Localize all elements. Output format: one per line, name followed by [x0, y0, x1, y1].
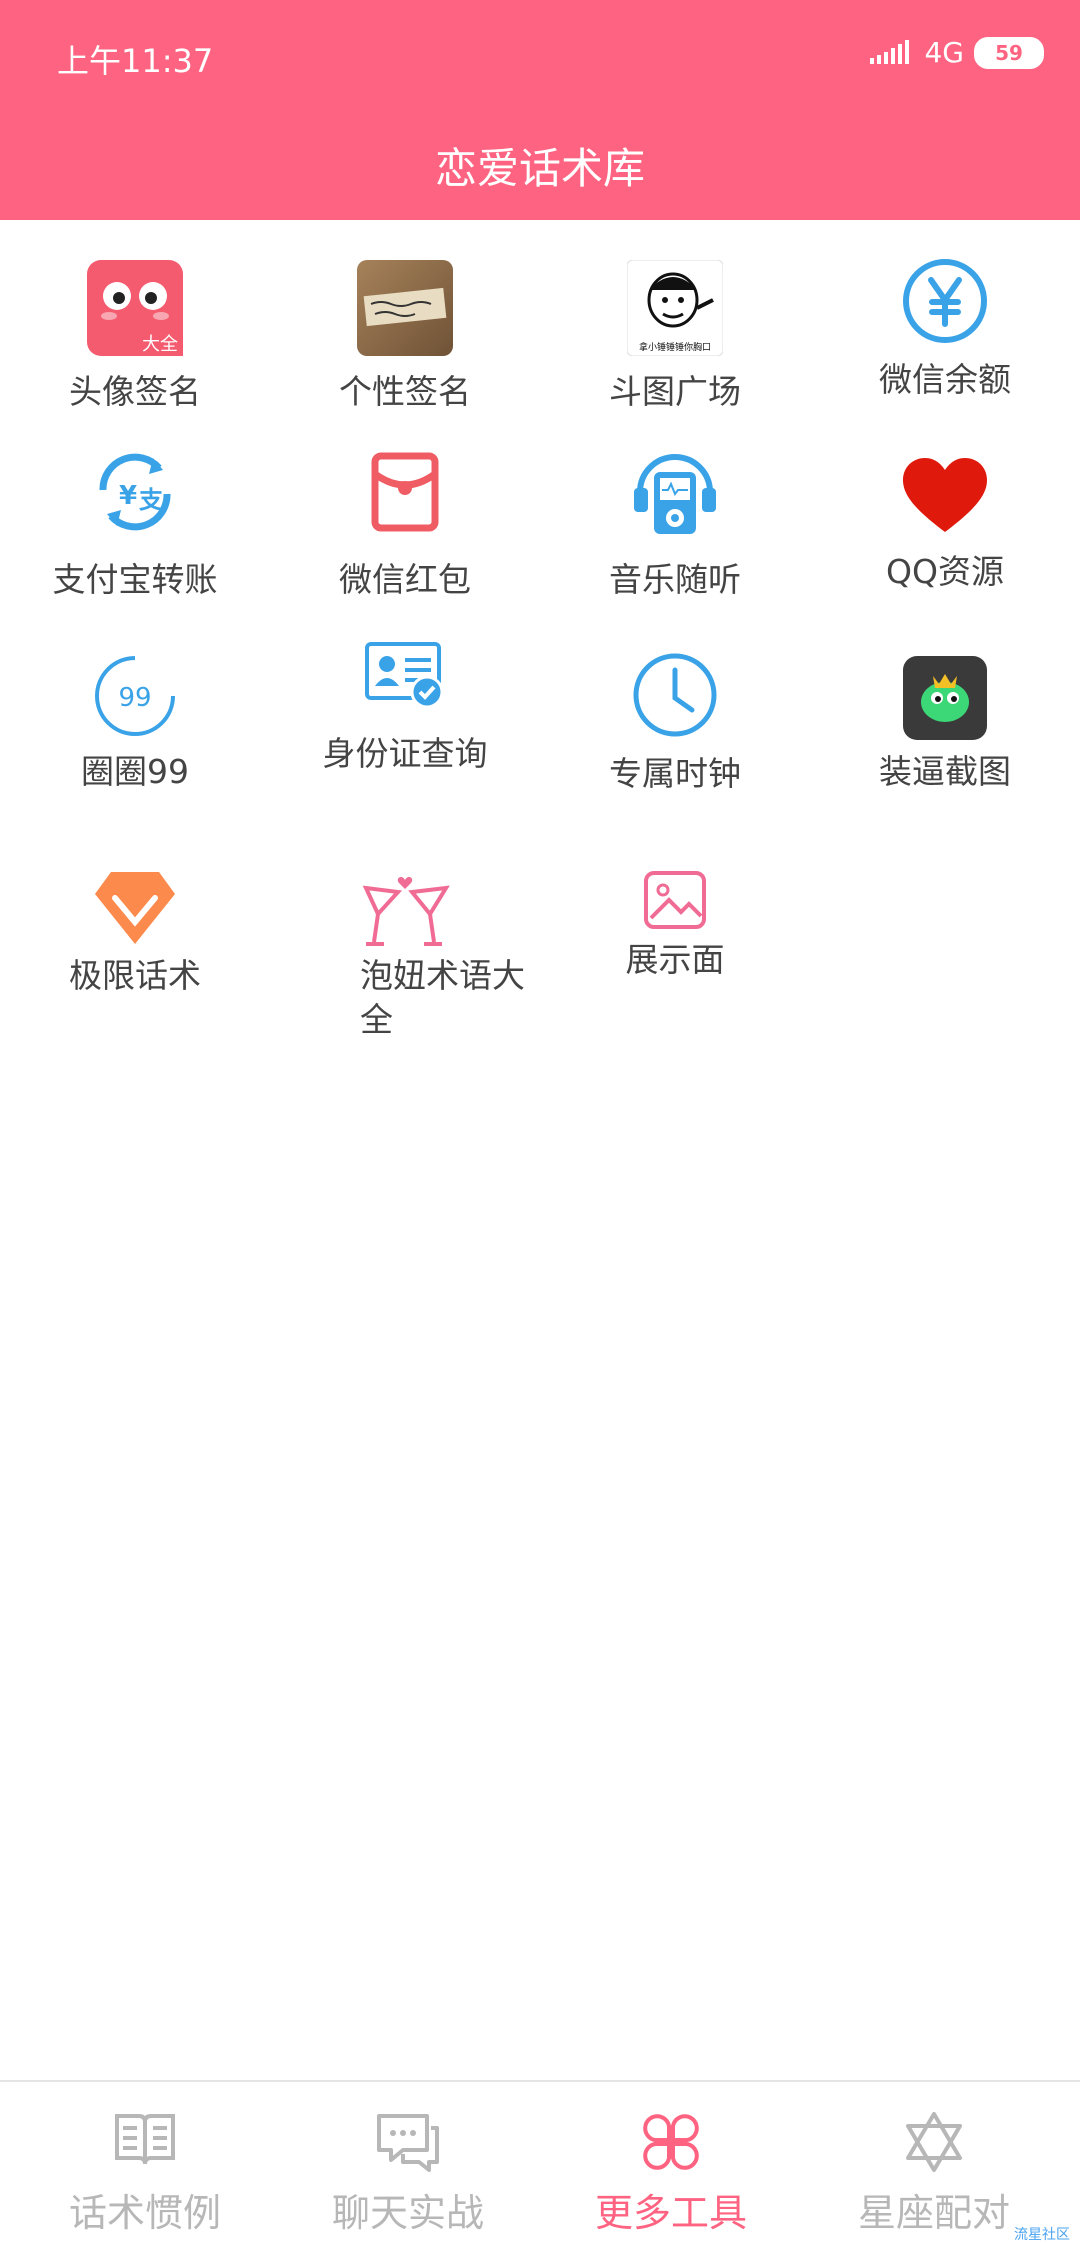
- handwriting-photo-icon: [357, 260, 453, 356]
- network-type: 4G: [924, 36, 964, 69]
- green-monster-icon: [903, 656, 987, 740]
- bottom-tab-bar: 话术惯例 聊天实战 更多工具 星座配对 流星社区: [0, 2080, 1080, 2246]
- four-leaf-icon: [643, 2114, 699, 2170]
- yuan-circle-icon: [903, 259, 987, 343]
- tab-label: 更多工具: [594, 2191, 747, 2235]
- tool-id-card[interactable]: 身份证查询: [270, 640, 540, 860]
- tool-qq-resources[interactable]: QQ资源: [810, 420, 1080, 630]
- tool-wechat-balance[interactable]: 微信余额: [810, 220, 1080, 420]
- red-envelope-icon: [371, 452, 439, 532]
- tool-label: 微信余额: [879, 360, 1011, 399]
- tool-showcase[interactable]: 展示面: [540, 870, 810, 1100]
- status-time: 上午11:37: [57, 42, 214, 80]
- tool-label: 音乐随听: [609, 560, 741, 599]
- tab-label: 聊天实战: [331, 2191, 484, 2235]
- chat-bubble-icon: [377, 2114, 439, 2172]
- tool-label: QQ资源: [886, 552, 1004, 591]
- tool-alipay-transfer[interactable]: ¥ 支 支付宝转账: [0, 420, 270, 630]
- alipay-transfer-icon: ¥ 支: [99, 453, 171, 531]
- circle-99-icon: 99: [95, 656, 175, 736]
- id-card-icon: [365, 642, 444, 709]
- tool-extreme-lines[interactable]: 极限话术: [0, 870, 270, 1100]
- signal-icon: [870, 39, 910, 64]
- tool-clock[interactable]: 专属时钟: [540, 640, 810, 860]
- star-of-david-icon: [906, 2112, 962, 2172]
- clock-icon: [633, 653, 717, 737]
- book-icon: [115, 2114, 175, 2165]
- tool-label: 泡妞术语大全: [360, 956, 525, 1039]
- tool-fake-screenshot[interactable]: 装逼截图: [810, 640, 1080, 860]
- meme-face-icon: 拿小锤锤锤你胸口: [627, 260, 723, 356]
- tool-label: 圈圈99: [81, 752, 189, 791]
- tab-label: 话术惯例: [68, 2191, 221, 2235]
- watermark-text: 流星社区: [1014, 2227, 1070, 2243]
- app-header: 上午11:37 4G 59 恋爱话术库: [0, 0, 1080, 220]
- tool-music[interactable]: 音乐随听: [540, 420, 810, 630]
- tool-label: 身份证查询: [322, 734, 488, 773]
- tool-label: 个性签名: [339, 372, 471, 411]
- svg-text:¥: ¥: [119, 481, 137, 511]
- tool-personal-signature[interactable]: 个性签名: [270, 220, 540, 420]
- tab-constellation-match[interactable]: 星座配对: [799, 2082, 1069, 2246]
- tab-chat-practice[interactable]: 聊天实战: [273, 2082, 543, 2246]
- status-icons: 4G 59: [870, 36, 1044, 69]
- tool-label: 斗图广场: [609, 372, 741, 411]
- battery-indicator: 59: [974, 36, 1044, 69]
- tool-label: 微信红包: [339, 560, 471, 599]
- diamond-icon: [95, 872, 175, 944]
- tab-script-routines[interactable]: 话术惯例: [10, 2082, 280, 2246]
- tool-label: 支付宝转账: [52, 560, 218, 599]
- cocktail-icon: [362, 876, 450, 946]
- svg-text:99: 99: [118, 683, 151, 713]
- tool-red-envelope[interactable]: 微信红包: [270, 420, 540, 630]
- picture-icon: [644, 871, 706, 929]
- svg-text:拿小锤锤锤你胸口: 拿小锤锤锤你胸口: [639, 341, 711, 353]
- tab-more-tools[interactable]: 更多工具: [536, 2082, 806, 2246]
- tool-label: 装逼截图: [879, 752, 1011, 791]
- tool-label: 专属时钟: [609, 754, 741, 793]
- tool-meme-square[interactable]: 拿小锤锤锤你胸口 斗图广场: [540, 220, 810, 420]
- tool-circle-99[interactable]: 99 圈圈99: [0, 640, 270, 860]
- svg-text:支: 支: [139, 486, 164, 514]
- tool-dating-terms[interactable]: 泡妞术语大全: [270, 870, 540, 1100]
- page-title: 恋爱话术库: [434, 144, 645, 193]
- avatar-face-icon: 大全: [87, 260, 183, 356]
- svg-text:大全: 大全: [142, 334, 178, 355]
- tool-avatar-signature[interactable]: 大全 头像签名: [0, 220, 270, 420]
- heart-icon: [903, 458, 987, 532]
- tool-label: 头像签名: [69, 372, 201, 411]
- music-player-icon: [634, 454, 716, 534]
- tool-label: 展示面: [625, 940, 725, 979]
- tool-label: 极限话术: [69, 956, 201, 995]
